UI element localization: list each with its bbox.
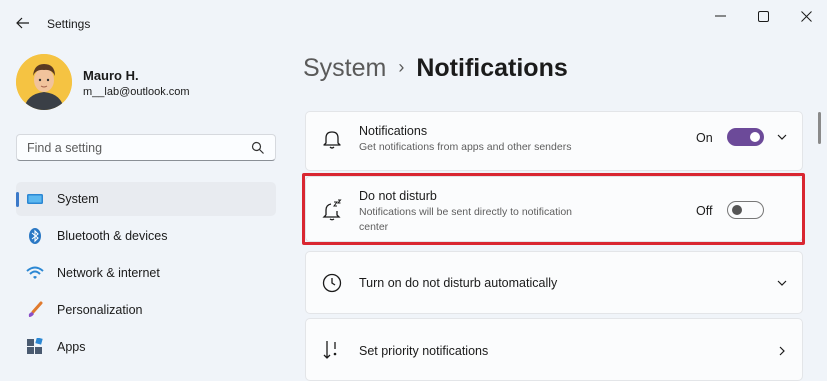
- user-name: Mauro H.: [83, 68, 139, 83]
- chevron-down-icon[interactable]: [775, 130, 789, 144]
- sidebar-item-personalization[interactable]: Personalization: [16, 293, 276, 327]
- wifi-icon: [26, 266, 44, 279]
- brush-icon: [28, 301, 43, 317]
- back-button[interactable]: [12, 12, 34, 34]
- back-arrow-icon: [16, 17, 29, 29]
- breadcrumb-separator: ›: [398, 57, 405, 77]
- sort-priority-icon: [323, 341, 337, 359]
- maximize-button[interactable]: [748, 8, 778, 24]
- bluetooth-icon: [29, 228, 41, 244]
- sidebar-item-label: Bluetooth & devices: [57, 229, 168, 243]
- breadcrumb: System › Notifications: [303, 54, 568, 83]
- notifications-setting-card[interactable]: Notifications Get notifications from app…: [305, 111, 803, 171]
- sidebar-item-apps[interactable]: Apps: [16, 330, 276, 364]
- user-avatar-icon: [16, 54, 72, 110]
- sidebar-item-bluetooth[interactable]: Bluetooth & devices: [16, 219, 276, 253]
- setting-title: Notifications: [359, 124, 428, 138]
- sidebar-item-network[interactable]: Network & internet: [16, 256, 276, 290]
- apps-icon: [27, 338, 43, 354]
- chevron-down-icon[interactable]: [775, 276, 789, 290]
- maximize-icon: [757, 10, 769, 22]
- notifications-toggle[interactable]: [727, 128, 764, 146]
- page-title: Notifications: [416, 54, 568, 82]
- toggle-state-label: On: [696, 131, 713, 145]
- scrollbar[interactable]: [818, 112, 821, 144]
- setting-title: Set priority notifications: [359, 344, 489, 358]
- sidebar-item-label: Personalization: [57, 303, 143, 317]
- close-button[interactable]: [791, 8, 821, 24]
- sidebar-item-system[interactable]: System: [16, 182, 276, 216]
- priority-notifications-setting-card[interactable]: Set priority notifications: [305, 318, 803, 381]
- close-icon: [800, 10, 812, 22]
- breadcrumb-parent[interactable]: System: [303, 54, 386, 82]
- monitor-icon: [27, 194, 43, 204]
- setting-description: Get notifications from apps and other se…: [359, 141, 572, 153]
- clock-icon: [322, 273, 342, 293]
- minimize-button[interactable]: [705, 8, 735, 24]
- user-email: m__lab@outlook.com: [83, 86, 190, 98]
- sidebar-item-label: System: [57, 192, 99, 206]
- chevron-right-icon[interactable]: [775, 344, 789, 358]
- search-placeholder: Find a setting: [27, 141, 103, 155]
- avatar[interactable]: [16, 54, 72, 110]
- setting-title: Turn on do not disturb automatically: [359, 276, 558, 290]
- search-icon: [251, 141, 264, 154]
- minimize-icon: [714, 15, 726, 17]
- title-bar: Settings: [0, 0, 827, 46]
- bell-icon: [323, 131, 341, 149]
- toggle-knob: [750, 132, 760, 142]
- dnd-automatic-setting-card[interactable]: Turn on do not disturb automatically: [305, 251, 803, 314]
- app-title: Settings: [47, 17, 91, 31]
- sidebar-item-label: Network & internet: [57, 266, 160, 280]
- highlight-box: [302, 173, 805, 245]
- search-input[interactable]: Find a setting: [16, 134, 276, 161]
- active-indicator: [16, 192, 19, 207]
- sidebar-item-label: Apps: [57, 340, 86, 354]
